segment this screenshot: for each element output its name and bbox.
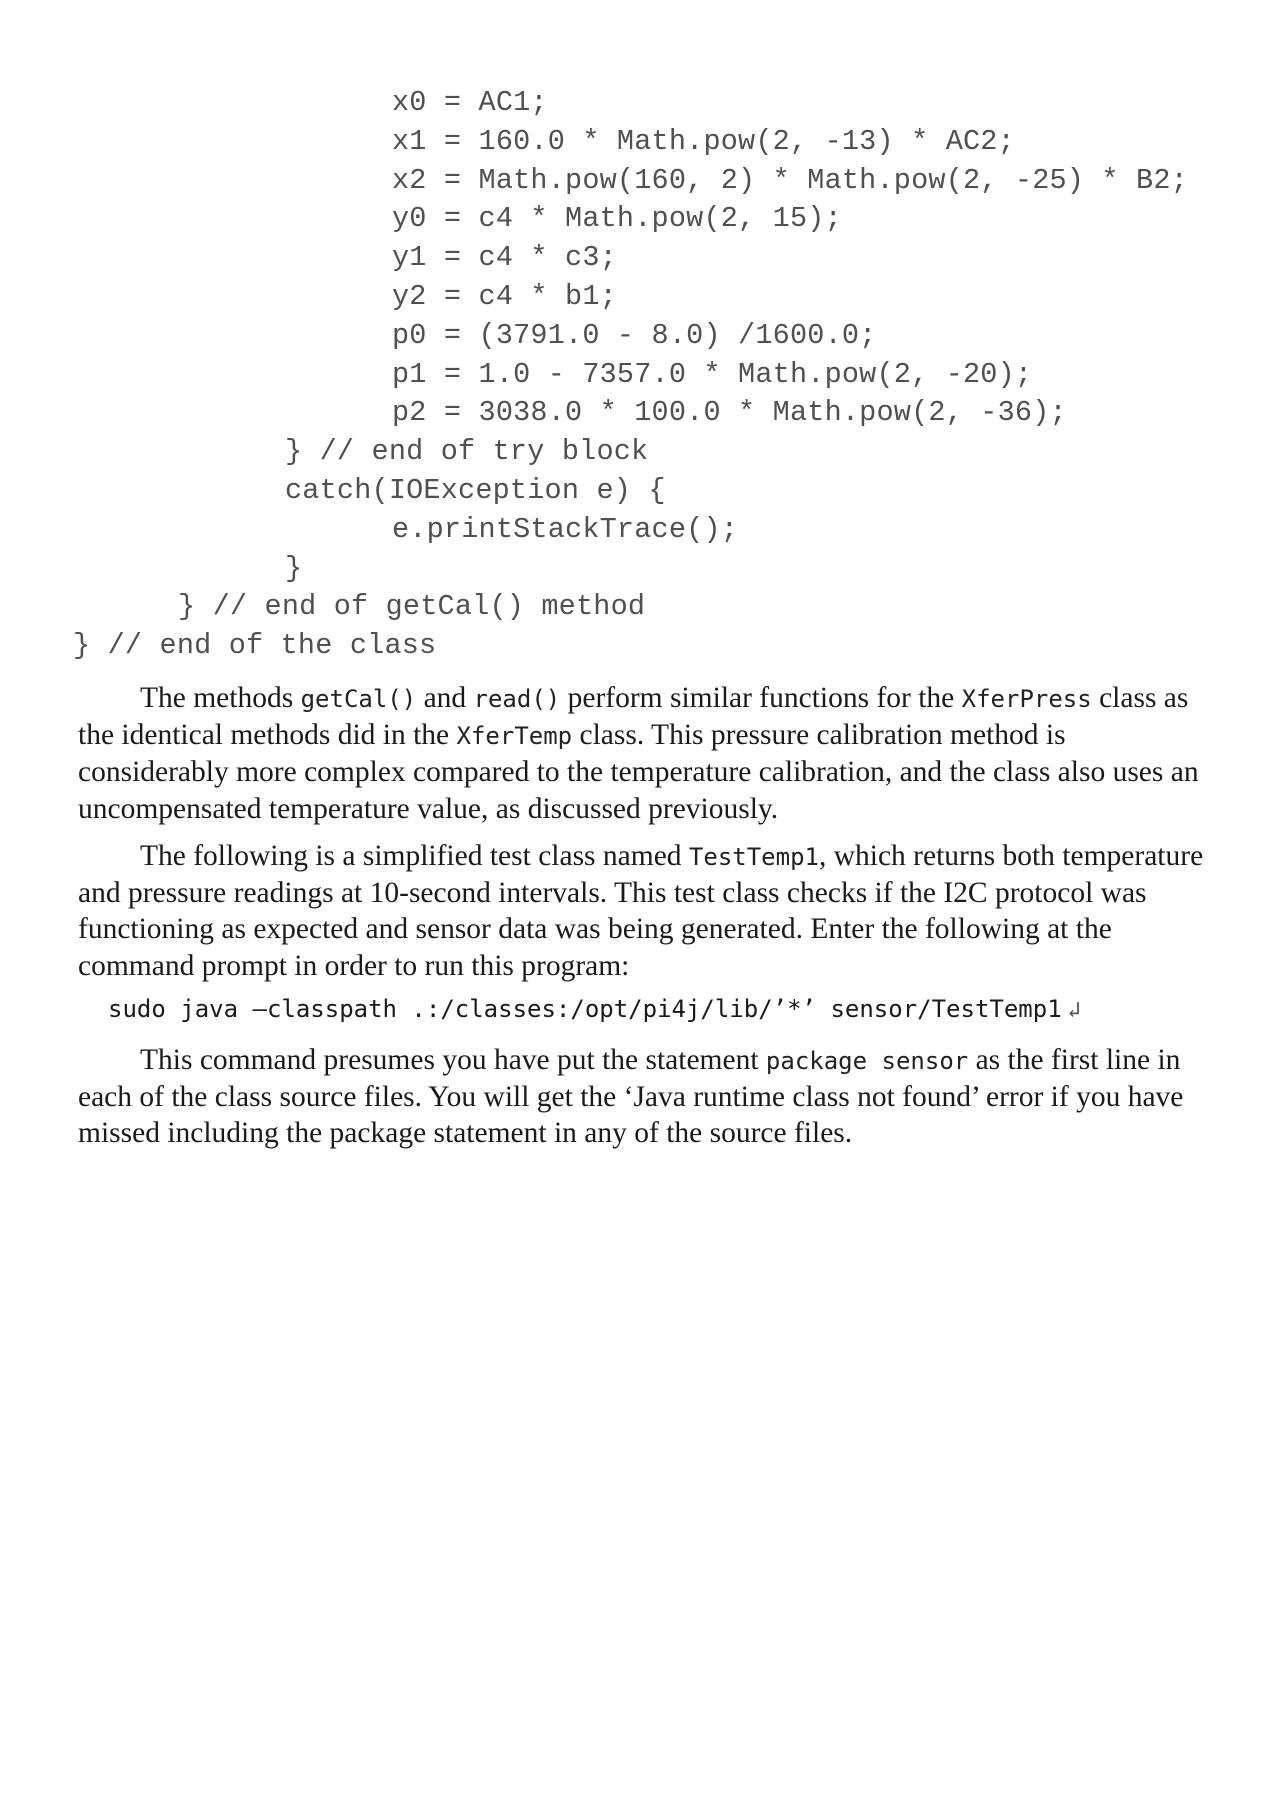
paragraph-text: The following is a simplified test class… <box>78 838 1213 984</box>
inline-code: getCal() <box>300 685 417 713</box>
inline-code: XferPress <box>961 685 1092 713</box>
code-line: x2 = Math.pow(160, 2) * Math.pow(2, -25)… <box>392 163 1188 197</box>
code-line: x0 = AC1; <box>392 86 548 119</box>
code-line: catch(IOException e) { <box>285 473 666 507</box>
inline-code: package sensor <box>765 1047 969 1075</box>
paragraph-methods-description: The methods getCal() and read() perform … <box>78 680 1213 827</box>
command-text: sudo java –classpath .:/classes:/opt/pi4… <box>108 995 1062 1023</box>
code-line: y1 = c4 * c3; <box>392 241 617 275</box>
text-run: The following is a simplified test class… <box>140 840 689 872</box>
code-line: } // end of try block <box>285 435 649 469</box>
code-line: } // end of getCal() method <box>178 590 646 624</box>
text-run: and <box>416 682 474 714</box>
code-line: e.printStackTrace(); <box>392 512 739 546</box>
code-line: y0 = c4 * Math.pow(2, 15); <box>392 202 842 236</box>
inline-code: TestTemp1 <box>688 843 819 871</box>
paragraph-test-class-description: The following is a simplified test class… <box>78 838 1213 984</box>
text-run: The methods <box>140 682 301 714</box>
inline-code: XferTemp <box>456 722 573 751</box>
paragraph-package-note: This command presumes you have put the s… <box>78 1042 1213 1152</box>
paragraph-text: This command presumes you have put the s… <box>78 1042 1213 1152</box>
paragraph-text: The methods getCal() and read() perform … <box>78 680 1213 827</box>
code-line: y2 = c4 * b1; <box>392 279 617 313</box>
text-run: This command presumes you have put the s… <box>140 1044 766 1076</box>
code-line: p0 = (3791.0 - 8.0) /1600.0; <box>392 318 877 352</box>
code-line: } // end of the class <box>73 629 437 663</box>
code-line: x1 = 160.0 * Math.pow(2, -13) * AC2; <box>392 124 1015 158</box>
command-line-example: sudo java –classpath .:/classes:/opt/pi4… <box>108 993 1081 1027</box>
inline-code: read() <box>473 685 561 713</box>
text-run: perform similar functions for the <box>560 682 962 714</box>
code-listing: x0 = AC1; x1 = 160.0 * Math.pow(2, -13) *… <box>0 84 1280 666</box>
return-key-icon: ↲ <box>1067 998 1081 1023</box>
code-line: p1 = 1.0 - 7357.0 * Math.pow(2, -20); <box>392 357 1033 391</box>
code-line: p2 = 3038.0 * 100.0 * Math.pow(2, -36); <box>392 396 1067 430</box>
code-line: } <box>285 551 303 585</box>
